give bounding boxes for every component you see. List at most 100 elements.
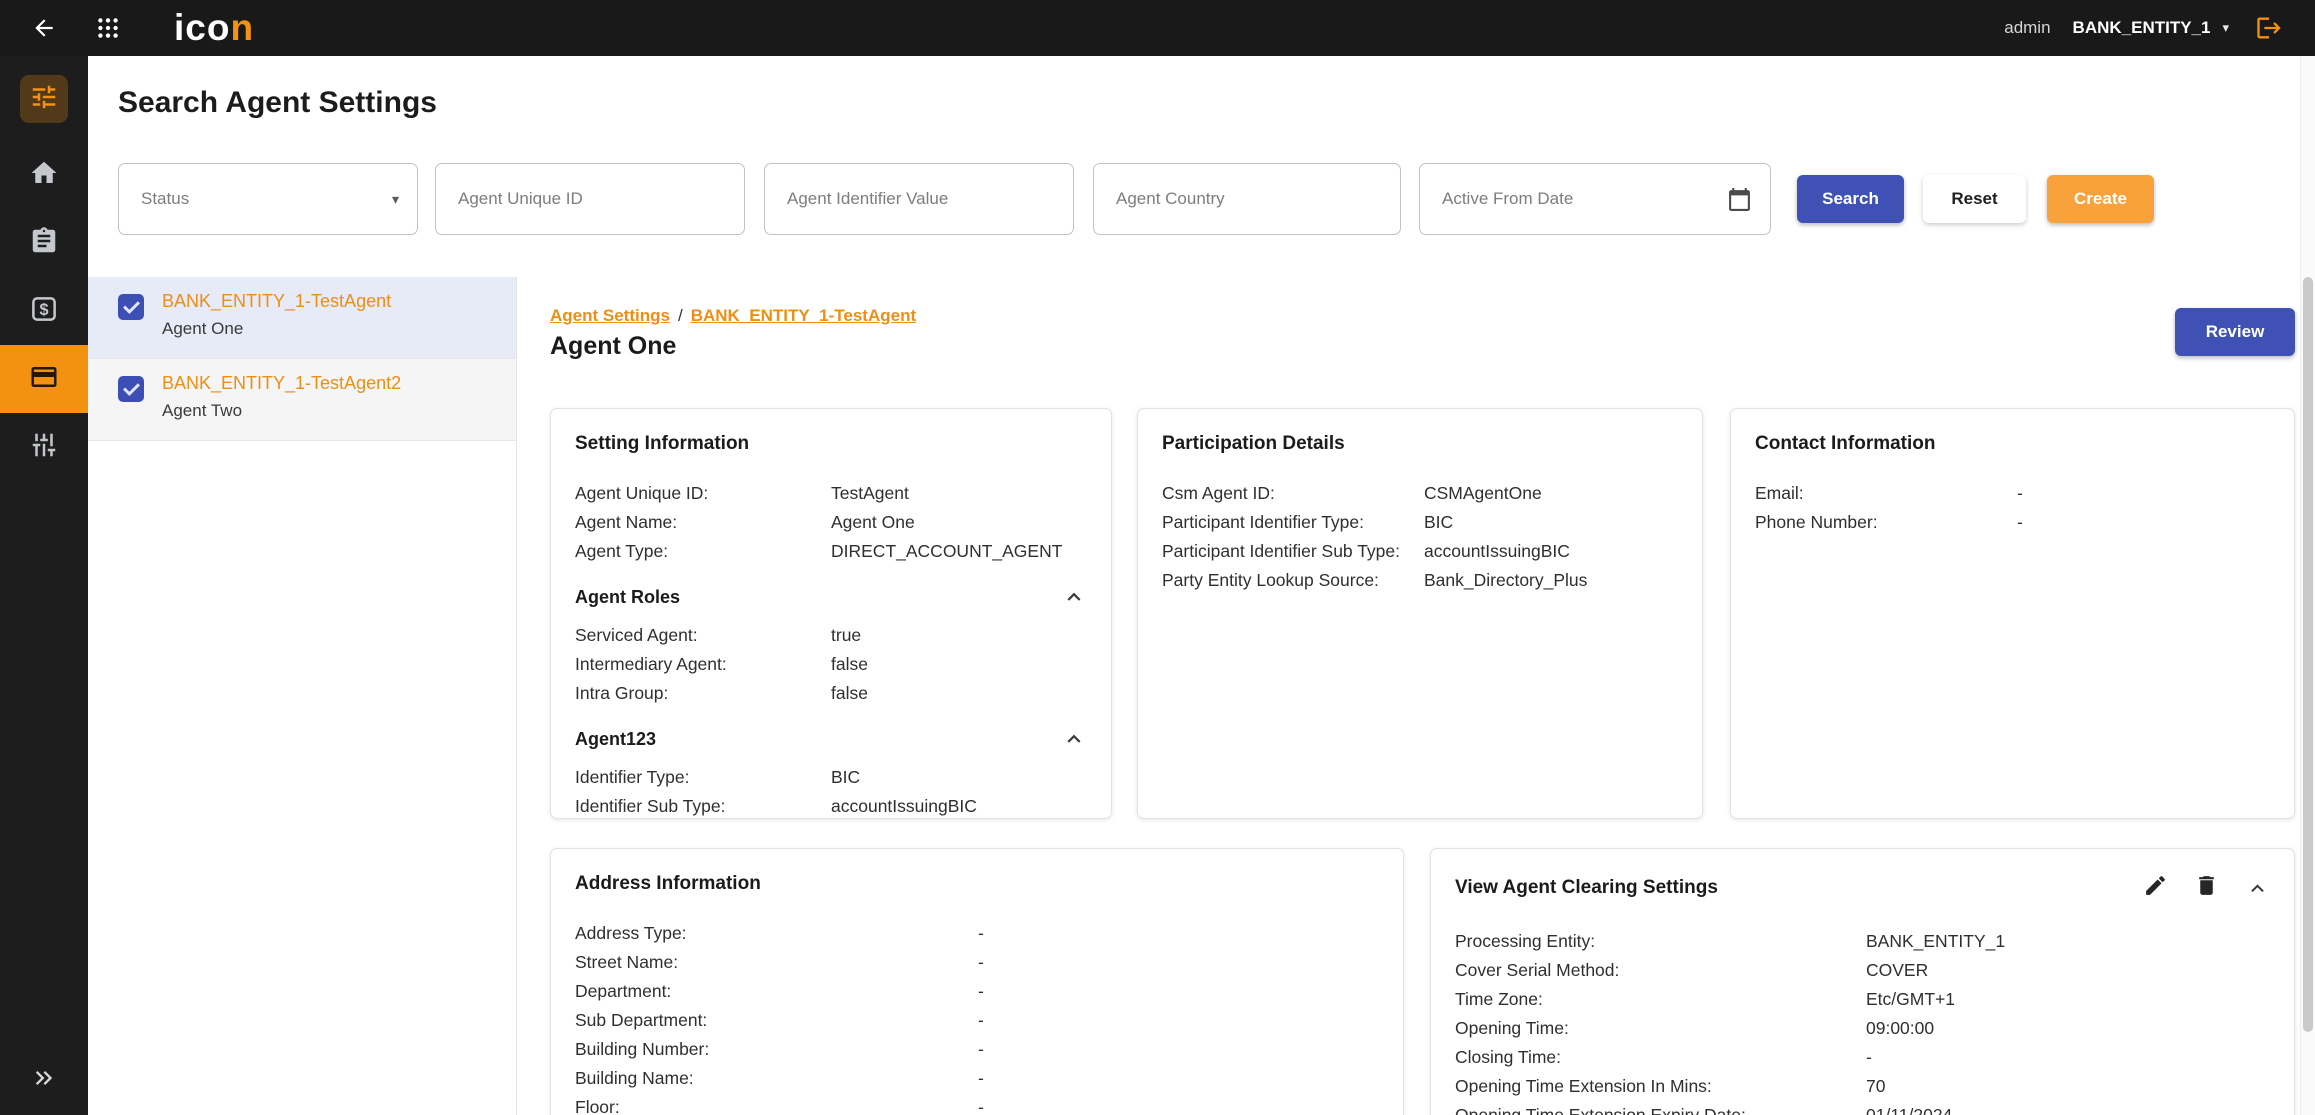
icon-logo[interactable]: icon [174, 7, 254, 49]
row-value: COVER [1866, 956, 2270, 985]
detail-row: Participant Identifier Type: BIC [1162, 508, 1678, 537]
sidebar-item-home[interactable] [0, 141, 88, 209]
apps-grid-icon[interactable] [90, 10, 126, 46]
detail-row: Csm Agent ID: CSMAgentOne [1162, 479, 1678, 508]
row-value: 09:00:00 [1866, 1014, 2270, 1043]
agent123-section-header: Agent123 [575, 726, 1087, 752]
row-value: - [978, 1064, 1379, 1093]
topbar: icon admin BANK_ENTITY_1 ▾ [0, 0, 2315, 56]
section-title: Agent123 [575, 729, 656, 750]
scrollbar-thumb[interactable] [2303, 277, 2313, 1032]
agent-item-subtitle: Agent One [162, 319, 391, 339]
sidebar-expand-button[interactable] [0, 1064, 88, 1097]
participation-rows: Csm Agent ID: CSMAgentOne Participant Id… [1162, 479, 1678, 595]
agent-country-input[interactable] [1116, 189, 1382, 209]
logo-accent: n [230, 7, 254, 49]
back-icon[interactable] [26, 10, 62, 46]
username-label: admin [2004, 18, 2050, 38]
breadcrumb-current-link[interactable]: BANK_ENTITY_1-TestAgent [691, 306, 916, 325]
row-label: Opening Time Extension Expiry Date: [1455, 1101, 1866, 1115]
row-label: Cover Serial Method: [1455, 956, 1866, 985]
card-title: Address Information [575, 873, 1379, 895]
agent-roles-rows: Serviced Agent: true Intermediary Agent:… [575, 621, 1087, 708]
clearing-card-actions [2143, 873, 2270, 903]
agent-identifier-value-field-wrap [764, 163, 1074, 235]
status-select-value: Status [141, 189, 189, 209]
payments-icon: $ [29, 294, 59, 329]
detail-row: Identifier Type: BIC [575, 763, 1087, 792]
chevron-up-icon[interactable] [1061, 584, 1087, 610]
status-select[interactable]: Status ▾ [118, 163, 418, 235]
address-information-card: Address Information Address Type: - Stre… [550, 848, 1404, 1115]
card-icon [29, 362, 59, 397]
agent-roles-section-header: Agent Roles [575, 584, 1087, 610]
detail-row: Closing Time: - [1455, 1043, 2270, 1072]
detail-row: Floor: - [575, 1093, 1379, 1115]
breadcrumb-root-link[interactable]: Agent Settings [550, 306, 670, 325]
page-title: Search Agent Settings [118, 86, 437, 120]
identifier-rows: Identifier Type: BIC Identifier Sub Type… [575, 763, 1087, 819]
row-value: - [978, 948, 1379, 977]
search-button[interactable]: Search [1797, 175, 1904, 223]
sidebar-item-settings[interactable] [0, 413, 88, 481]
row-value: Bank_Directory_Plus [1424, 566, 1678, 595]
entity-selector[interactable]: BANK_ENTITY_1 ▾ [2073, 18, 2229, 38]
logout-icon[interactable] [2251, 10, 2287, 46]
row-label: Intermediary Agent: [575, 650, 831, 679]
chevron-up-icon[interactable] [2245, 876, 2270, 901]
detail-row: Identifier Sub Type: accountIssuingBIC [575, 792, 1087, 819]
agent-identifier-value-input[interactable] [787, 189, 1055, 209]
delete-icon[interactable] [2194, 873, 2219, 903]
chevron-up-icon[interactable] [1061, 726, 1087, 752]
sidebar-item-payments[interactable]: $ [0, 277, 88, 345]
detail-row: Cover Serial Method: COVER [1455, 956, 2270, 985]
contact-rows: Email: - Phone Number: - [1755, 479, 2270, 537]
row-label: Address Type: [575, 919, 978, 948]
detail-row: Phone Number: - [1755, 508, 2270, 537]
entity-label: BANK_ENTITY_1 [2073, 18, 2211, 38]
topbar-right: admin BANK_ENTITY_1 ▾ [2004, 10, 2315, 46]
detail-row: Processing Entity: BANK_ENTITY_1 [1455, 927, 2270, 956]
agent-list-item[interactable]: BANK_ENTITY_1-TestAgent2 Agent Two [88, 359, 516, 441]
calendar-icon[interactable] [1727, 187, 1752, 212]
row-value: accountIssuingBIC [831, 792, 1087, 819]
row-value: BIC [831, 763, 1087, 792]
card-title: View Agent Clearing Settings [1455, 877, 1718, 899]
row-label: Email: [1755, 479, 2017, 508]
row-value: BIC [1424, 508, 1678, 537]
detail-row: Intermediary Agent: false [575, 650, 1087, 679]
sidebar-item-tasks[interactable] [0, 209, 88, 277]
agent-list-item[interactable]: BANK_ENTITY_1-TestAgent Agent One [88, 277, 516, 359]
participation-details-card: Participation Details Csm Agent ID: CSMA… [1137, 408, 1703, 819]
agent-item-title: BANK_ENTITY_1-TestAgent2 [162, 373, 401, 394]
agent-unique-id-input[interactable] [458, 189, 726, 209]
row-value: accountIssuingBIC [1424, 537, 1678, 566]
row-value: 70 [1866, 1072, 2270, 1101]
row-label: Intra Group: [575, 679, 831, 708]
agent-item-title: BANK_ENTITY_1-TestAgent [162, 291, 391, 312]
detail-row: Agent Type: DIRECT_ACCOUNT_AGENT [575, 537, 1087, 566]
sidebar-item-admin-module[interactable] [20, 75, 68, 123]
detail-row: Party Entity Lookup Source: Bank_Directo… [1162, 566, 1678, 595]
row-label: Agent Type: [575, 537, 831, 566]
detail-row: Email: - [1755, 479, 2270, 508]
chevron-down-icon: ▾ [2222, 20, 2229, 36]
row-label: Party Entity Lookup Source: [1162, 566, 1424, 595]
reset-button[interactable]: Reset [1923, 175, 2026, 223]
edit-icon[interactable] [2143, 873, 2168, 903]
row-label: Participant Identifier Type: [1162, 508, 1424, 537]
detail-row: Building Number: - [575, 1035, 1379, 1064]
tune-icon [29, 82, 59, 117]
detail-row: Opening Time Extension Expiry Date: 01/1… [1455, 1101, 2270, 1115]
card-title: Contact Information [1755, 433, 2270, 455]
create-button[interactable]: Create [2047, 175, 2154, 223]
breadcrumb: Agent Settings/BANK_ENTITY_1-TestAgent [550, 306, 916, 326]
detail-row: Time Zone: Etc/GMT+1 [1455, 985, 2270, 1014]
review-button[interactable]: Review [2175, 308, 2295, 356]
sidebar-item-agent-settings[interactable] [0, 345, 88, 413]
vertical-scrollbar [2300, 56, 2315, 1115]
agent-checkbox[interactable] [118, 294, 144, 320]
row-value: BANK_ENTITY_1 [1866, 927, 2270, 956]
active-from-date-input[interactable] [1442, 189, 1727, 209]
agent-checkbox[interactable] [118, 376, 144, 402]
